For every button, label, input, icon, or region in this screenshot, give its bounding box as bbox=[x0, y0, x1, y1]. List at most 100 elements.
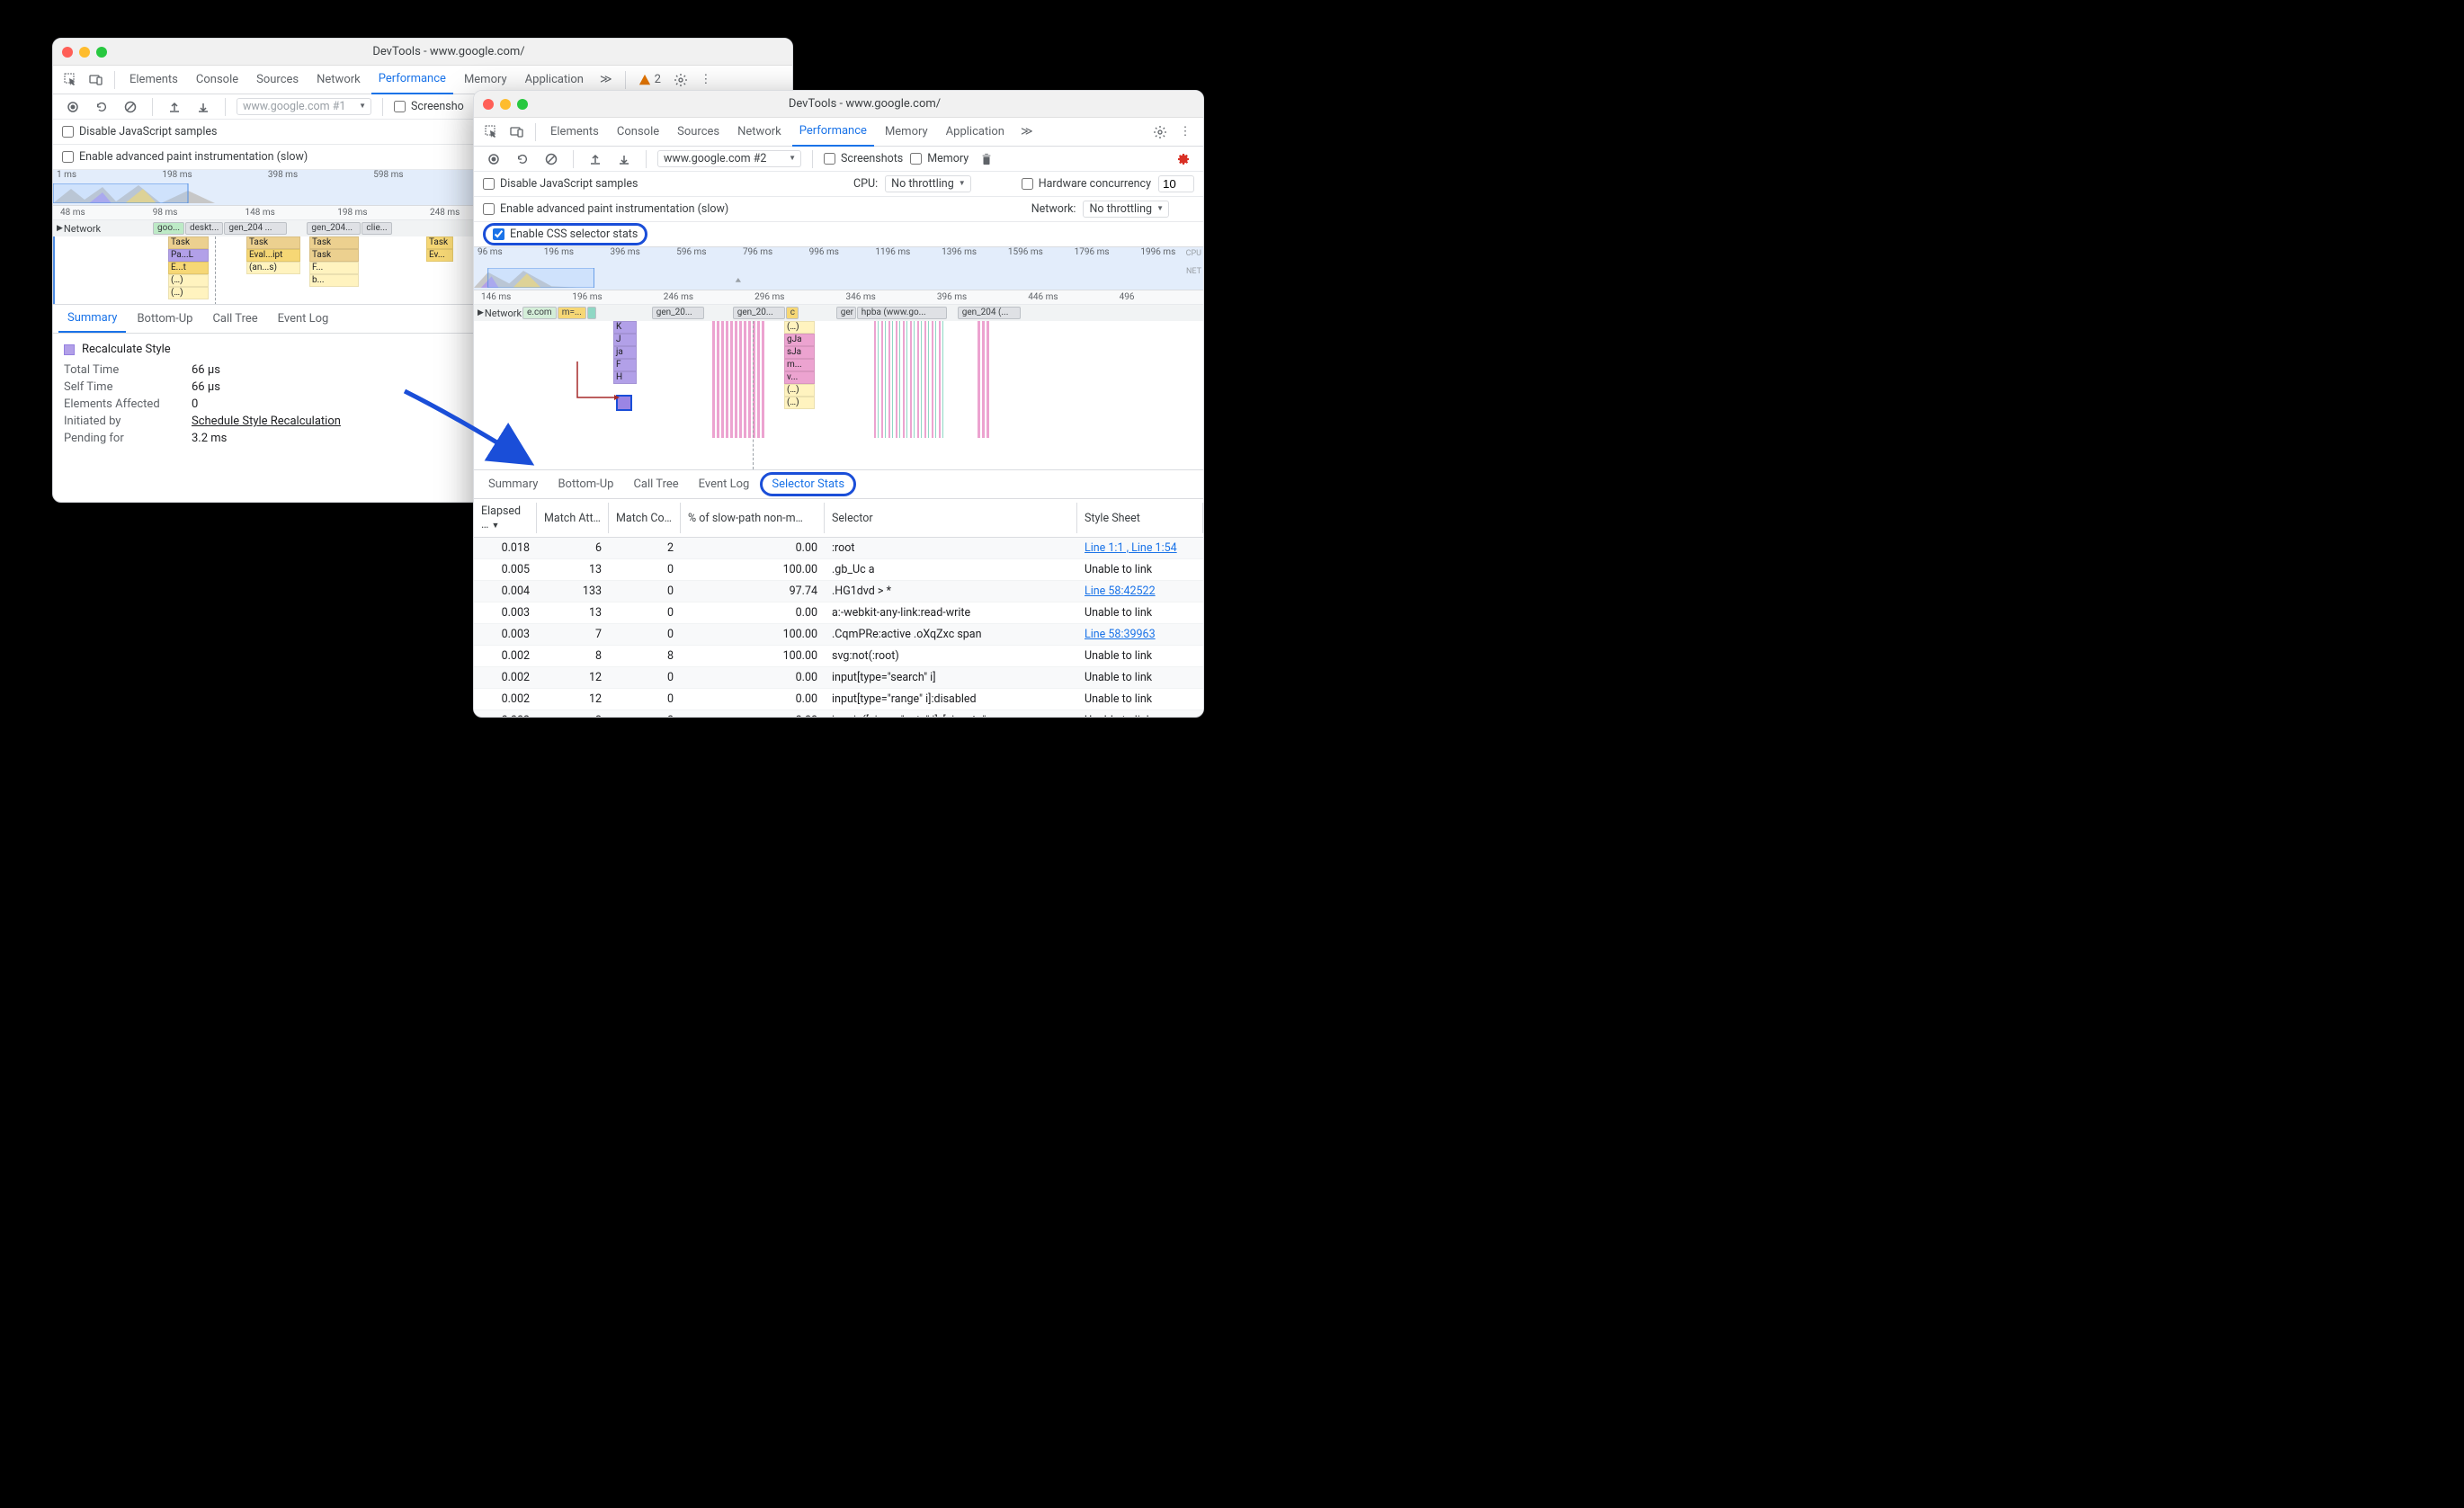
flame-block[interactable]: (…) bbox=[784, 384, 815, 397]
inspect-icon[interactable] bbox=[60, 69, 82, 91]
net-chip[interactable]: e.com bbox=[522, 307, 557, 319]
network-throttle-select[interactable]: No throttling bbox=[1083, 201, 1169, 218]
minimize-icon[interactable] bbox=[79, 47, 90, 58]
flame-block[interactable]: Task bbox=[426, 236, 453, 249]
screenshots-checkbox[interactable]: Screenshots bbox=[824, 152, 903, 165]
net-chip[interactable]: gen_20... bbox=[652, 307, 704, 319]
tab-memory[interactable]: Memory bbox=[878, 118, 935, 147]
recording-select[interactable]: www.google.com #1 bbox=[237, 98, 371, 115]
col-elapsed[interactable]: Elapsed … ▼ bbox=[474, 499, 537, 538]
paint-instrumentation-checkbox[interactable]: Enable advanced paint instrumentation (s… bbox=[483, 202, 728, 216]
flame-block[interactable]: K bbox=[613, 321, 637, 334]
flame-block[interactable]: v... bbox=[784, 371, 815, 384]
tab-call-tree[interactable]: Call Tree bbox=[624, 470, 687, 498]
flame-block[interactable]: Ev... bbox=[426, 249, 453, 262]
net-chip[interactable]: clie... bbox=[362, 222, 391, 235]
table-row[interactable]: 0.00370100.00.CqmPRe:active .oXqZxc span… bbox=[474, 624, 1203, 646]
screenshots-checkbox[interactable]: Screensho bbox=[394, 100, 464, 113]
net-chip[interactable]: gen_204 (... bbox=[958, 307, 1021, 319]
col-slow-path[interactable]: % of slow-path non-m… bbox=[681, 499, 825, 538]
flame-cluster[interactable] bbox=[874, 321, 946, 438]
tab-sources[interactable]: Sources bbox=[249, 66, 306, 94]
hardware-concurrency-checkbox[interactable]: Hardware concurrency bbox=[1022, 177, 1151, 191]
tab-bottom-up[interactable]: Bottom-Up bbox=[128, 305, 201, 333]
tab-application[interactable]: Application bbox=[939, 118, 1012, 147]
gear-icon[interactable] bbox=[1173, 148, 1194, 170]
more-tabs-icon[interactable]: ≫ bbox=[594, 73, 618, 86]
disable-js-samples-checkbox[interactable]: Disable JavaScript samples bbox=[483, 177, 638, 191]
table-row[interactable]: 0.0021200.00input[type="range" i]:disabl… bbox=[474, 689, 1203, 710]
selector-stats-table[interactable]: Elapsed … ▼ Match Att… Match Co… % of sl… bbox=[474, 499, 1203, 718]
cell-stylesheet[interactable]: Line 1:1 , Line 1:54 bbox=[1077, 538, 1203, 559]
timeline-overview[interactable]: 96 ms196 ms396 ms596 ms796 ms996 ms1196 … bbox=[474, 247, 1203, 290]
more-tabs-icon[interactable]: ≫ bbox=[1015, 125, 1039, 138]
tab-event-log[interactable]: Event Log bbox=[269, 305, 338, 333]
flame-block[interactable]: Task bbox=[168, 236, 209, 249]
flame-block[interactable]: Eval...ipt bbox=[246, 249, 300, 262]
flame-block[interactable]: J bbox=[613, 334, 637, 346]
initiated-by-link[interactable]: Schedule Style Recalculation bbox=[192, 415, 341, 428]
net-chip[interactable]: gen_204... bbox=[307, 222, 361, 235]
tab-sources[interactable]: Sources bbox=[670, 118, 727, 147]
table-row[interactable]: 0.005130100.00.gb_Uc aUnable to link bbox=[474, 559, 1203, 581]
paint-instrumentation-checkbox[interactable]: Enable advanced paint instrumentation (s… bbox=[62, 150, 308, 164]
download-icon[interactable] bbox=[192, 96, 214, 118]
flame-block[interactable]: (an...s) bbox=[246, 262, 300, 274]
tab-summary[interactable]: Summary bbox=[58, 305, 126, 333]
net-chip[interactable]: goo... bbox=[153, 222, 184, 235]
tab-bottom-up[interactable]: Bottom-Up bbox=[549, 470, 622, 498]
recording-select[interactable]: www.google.com #2 bbox=[657, 150, 801, 167]
hardware-concurrency-input[interactable] bbox=[1158, 175, 1194, 192]
flame-chart[interactable]: 146 ms196 ms246 ms296 ms346 ms396 ms446 … bbox=[474, 290, 1203, 470]
flame-cluster[interactable] bbox=[712, 321, 766, 438]
clear-icon[interactable] bbox=[120, 96, 141, 118]
table-row[interactable]: 0.00288100.00svg:not(:root)Unable to lin… bbox=[474, 646, 1203, 667]
flame-block[interactable]: Task bbox=[309, 249, 359, 262]
flame-block[interactable]: (…) bbox=[168, 274, 209, 287]
enable-css-selector-stats-checkbox[interactable]: Enable CSS selector stats bbox=[493, 228, 638, 241]
kebab-icon[interactable]: ⋮ bbox=[1174, 121, 1196, 143]
clear-icon[interactable] bbox=[540, 148, 562, 170]
flame-block[interactable]: F... bbox=[309, 262, 359, 274]
tab-performance[interactable]: Performance bbox=[371, 66, 453, 94]
zoom-icon[interactable] bbox=[517, 99, 528, 110]
tab-network[interactable]: Network bbox=[309, 66, 368, 94]
table-row[interactable]: 0.018620.00:rootLine 1:1 , Line 1:54 bbox=[474, 538, 1203, 559]
tab-console[interactable]: Console bbox=[189, 66, 246, 94]
flame-block[interactable]: Pa...L bbox=[168, 249, 209, 262]
upload-icon[interactable] bbox=[164, 96, 185, 118]
record-icon[interactable] bbox=[483, 148, 504, 170]
tab-network[interactable]: Network bbox=[730, 118, 789, 147]
close-icon[interactable] bbox=[62, 47, 73, 58]
flame-block[interactable]: m... bbox=[784, 359, 815, 371]
gear-icon[interactable] bbox=[1149, 121, 1171, 143]
tab-summary[interactable]: Summary bbox=[479, 470, 547, 498]
gc-icon[interactable] bbox=[976, 148, 997, 170]
flame-block[interactable]: (…) bbox=[168, 287, 209, 299]
net-chip[interactable]: c bbox=[786, 307, 799, 319]
table-row[interactable]: 0.0031300.00a:-webkit-any-link:read-writ… bbox=[474, 602, 1203, 624]
warnings-badge[interactable]: 2 bbox=[633, 73, 666, 86]
table-row[interactable]: 0.004133097.74.HG1dvd > *Line 58:42522 bbox=[474, 581, 1203, 602]
flame-block[interactable]: Task bbox=[309, 236, 359, 249]
titlebar[interactable]: DevTools - www.google.com/ bbox=[53, 39, 792, 66]
inspect-icon[interactable] bbox=[481, 121, 503, 143]
flame-block[interactable]: Task bbox=[246, 236, 300, 249]
reload-icon[interactable] bbox=[91, 96, 112, 118]
net-chip[interactable]: gen_204 ... bbox=[224, 222, 287, 235]
zoom-icon[interactable] bbox=[96, 47, 107, 58]
net-chip[interactable] bbox=[587, 307, 596, 319]
tab-selector-stats[interactable]: Selector Stats bbox=[760, 472, 856, 496]
flame-block[interactable]: gJa bbox=[784, 334, 815, 346]
tab-call-tree[interactable]: Call Tree bbox=[203, 305, 266, 333]
cell-stylesheet[interactable]: Line 58:39963 bbox=[1077, 624, 1203, 646]
flame-body[interactable]: K J ja F H (…) gJa sJa m... v... (…) (…) bbox=[474, 321, 1203, 469]
tab-performance[interactable]: Performance bbox=[792, 118, 874, 147]
network-row[interactable]: ▶Network e.com m=... gen_20... gen_20...… bbox=[474, 305, 1203, 321]
titlebar[interactable]: DevTools - www.google.com/ bbox=[474, 91, 1203, 118]
cell-stylesheet[interactable]: Line 58:42522 bbox=[1077, 581, 1203, 602]
memory-checkbox[interactable]: Memory bbox=[910, 152, 969, 165]
flame-block[interactable]: (…) bbox=[784, 321, 815, 334]
col-match-attempts[interactable]: Match Att… bbox=[537, 499, 609, 538]
flame-block[interactable]: E...t bbox=[168, 262, 209, 274]
